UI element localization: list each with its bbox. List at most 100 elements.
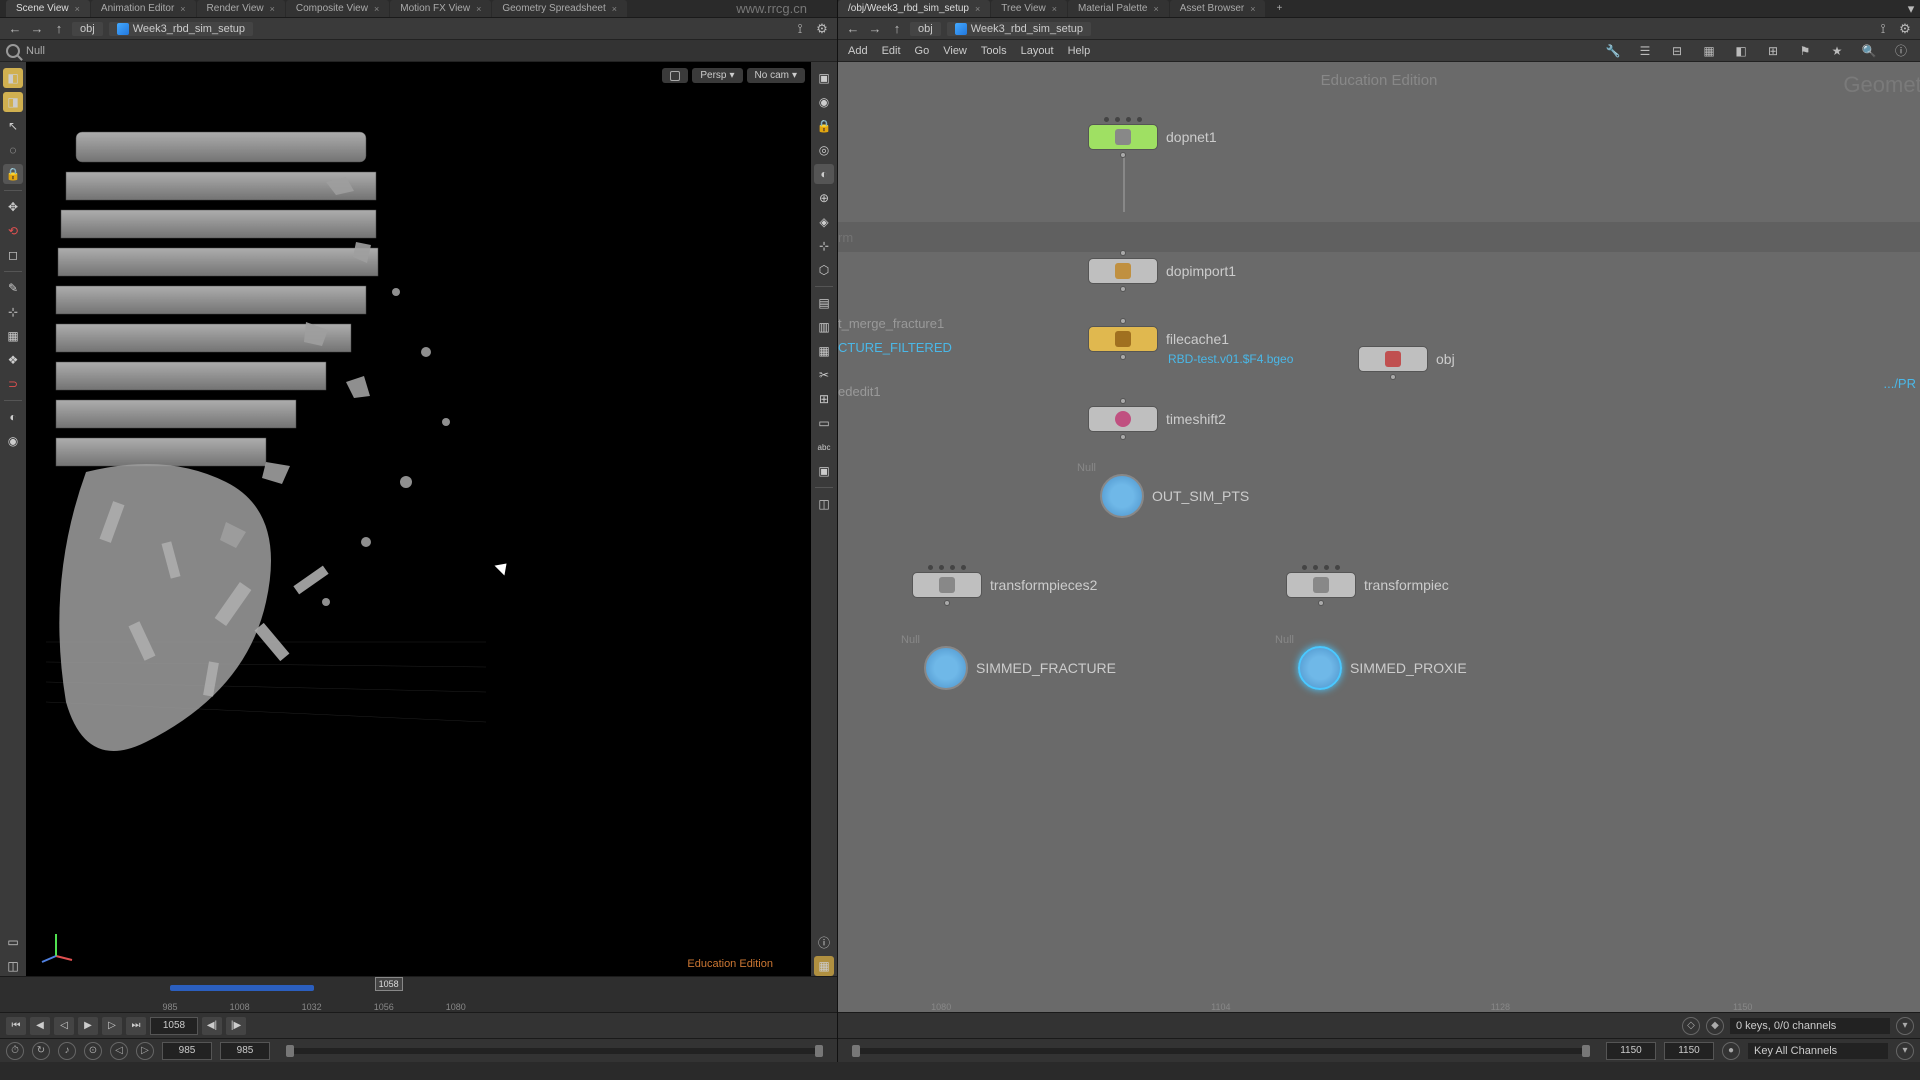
network-box-rm[interactable] <box>838 222 1920 252</box>
step-back-button[interactable]: ◀ <box>30 1017 50 1035</box>
rtool-2[interactable]: ◉ <box>814 92 834 112</box>
lock-toggle[interactable] <box>662 68 688 83</box>
info-icon[interactable]: ⓘ <box>1892 42 1910 60</box>
rtool-bottom[interactable]: ▦ <box>814 956 834 976</box>
menu-edit[interactable]: Edit <box>882 45 901 57</box>
range-handle-right[interactable] <box>815 1045 823 1057</box>
node-transformpieces2[interactable]: transformpieces2 <box>912 572 1097 598</box>
tag-icon[interactable]: ⊞ <box>1764 42 1782 60</box>
grid-icon[interactable]: ▦ <box>1700 42 1718 60</box>
tab-motion-fx[interactable]: Motion FX View× <box>390 0 491 17</box>
key-mode[interactable]: Key All Channels <box>1748 1043 1888 1059</box>
tool-grid[interactable]: ▦ <box>3 326 23 346</box>
goto-end-button[interactable]: ⏭ <box>126 1017 146 1035</box>
menu-tools[interactable]: Tools <box>981 45 1007 57</box>
list-icon[interactable]: ☰ <box>1636 42 1654 60</box>
node-filecache1[interactable]: filecache1 RBD-test.v01.$F4.bgeo <box>1088 326 1229 352</box>
node-dopnet1[interactable]: dopnet1 <box>1088 124 1217 150</box>
timeline-track[interactable]: 985 1008 1032 1056 1080 1058 <box>170 977 667 1012</box>
prev-key-button[interactable]: ◀| <box>202 1017 222 1035</box>
rtool-13[interactable]: ⊞ <box>814 389 834 409</box>
step-fwd-button[interactable]: ▷ <box>102 1017 122 1035</box>
range-start[interactable]: 985 <box>162 1042 212 1060</box>
tab-tree-view[interactable]: Tree View× <box>991 0 1067 17</box>
display-options-icon[interactable]: ⚙ <box>813 20 831 38</box>
nav-file[interactable]: Week3_rbd_sim_setup <box>109 22 253 36</box>
rtool-14[interactable]: ▭ <box>814 413 834 433</box>
menu-go[interactable]: Go <box>915 45 930 57</box>
tool-bottom1[interactable]: ▭ <box>3 932 23 952</box>
rtool-9[interactable]: ▤ <box>814 293 834 313</box>
node-simmed-proxie[interactable]: Null SIMMED_PROXIE <box>1298 646 1467 690</box>
range-handle-left[interactable] <box>286 1045 294 1057</box>
tool-wire[interactable]: ◨ <box>3 92 23 112</box>
opt2[interactable]: ▷ <box>136 1042 154 1060</box>
frame-start[interactable]: 985 <box>220 1042 270 1060</box>
playhead[interactable]: 1058 <box>375 977 403 991</box>
rtool-10[interactable]: ▥ <box>814 317 834 337</box>
tool-misc1[interactable]: ❖ <box>3 350 23 370</box>
flag-icon[interactable]: ⚑ <box>1796 42 1814 60</box>
rtool-15[interactable]: ▣ <box>814 461 834 481</box>
tool-misc3[interactable]: ◉ <box>3 431 23 451</box>
range-end-a[interactable]: 1150 <box>1606 1042 1656 1060</box>
audio-toggle[interactable]: ♪ <box>58 1042 76 1060</box>
zoom-icon[interactable]: 🔍 <box>1860 42 1878 60</box>
camera-selector[interactable]: Persp▾ <box>692 68 742 83</box>
tab-geo-spreadsheet[interactable]: Geometry Spreadsheet× <box>492 0 627 17</box>
tool-lasso[interactable]: ◌ <box>3 140 23 160</box>
pane-menu-icon[interactable]: ▾ <box>1902 0 1920 18</box>
tool-select[interactable]: ↖ <box>3 116 23 136</box>
rtool-info[interactable]: ⓘ <box>814 932 834 952</box>
wrench-icon[interactable]: 🔧 <box>1604 42 1622 60</box>
opt1[interactable]: ◁ <box>110 1042 128 1060</box>
range-lock[interactable]: ⊙ <box>84 1042 102 1060</box>
bookmark-icon[interactable]: ★ <box>1828 42 1846 60</box>
rtool-12[interactable]: ✂ <box>814 365 834 385</box>
keys-status[interactable]: 0 keys, 0/0 channels <box>1730 1018 1890 1034</box>
node-timeshift2[interactable]: timeshift2 <box>1088 406 1226 432</box>
rtool-abc[interactable]: abc <box>814 437 834 457</box>
tool-brush[interactable]: ✎ <box>3 278 23 298</box>
axis-gizmo[interactable] <box>36 926 76 966</box>
node-simmed-fracture[interactable]: Null SIMMED_FRACTURE <box>924 646 1116 690</box>
rtool-3[interactable]: ◎ <box>814 140 834 160</box>
tool-magnet[interactable]: ⊃ <box>3 374 23 394</box>
realtime-toggle[interactable]: ⏱ <box>6 1042 24 1060</box>
loop-toggle[interactable]: ↻ <box>32 1042 50 1060</box>
rtool-16[interactable]: ◫ <box>814 494 834 514</box>
menu-help[interactable]: Help <box>1068 45 1091 57</box>
tab-scene-view[interactable]: Scene View× <box>6 0 90 17</box>
net-nav-obj[interactable]: obj <box>910 22 941 36</box>
cam-lock-selector[interactable]: No cam▾ <box>747 68 805 83</box>
tab-add[interactable]: + <box>1266 0 1292 17</box>
tab-asset-browser[interactable]: Asset Browser× <box>1170 0 1266 17</box>
pin-icon[interactable]: ⟟ <box>791 20 809 38</box>
tool-move[interactable]: ✥ <box>3 197 23 217</box>
tool-lock[interactable]: 🔒 <box>3 164 23 184</box>
net-fwd-icon[interactable]: → <box>866 20 884 38</box>
node-objR[interactable]: obj <box>1358 346 1455 372</box>
tab-animation-editor[interactable]: Animation Editor× <box>91 0 196 17</box>
tab-network-path[interactable]: /obj/Week3_rbd_sim_setup× <box>838 0 990 17</box>
next-key-button[interactable]: |▶ <box>226 1017 246 1035</box>
rtool-8[interactable]: ⬡ <box>814 260 834 280</box>
keys-btn1[interactable]: ◇ <box>1682 1017 1700 1035</box>
keys-btn2[interactable]: ◆ <box>1706 1017 1724 1035</box>
viewport[interactable]: Persp▾ No cam▾ Education Edition <box>26 62 811 976</box>
menu-add[interactable]: Add <box>848 45 868 57</box>
keys-menu[interactable]: ▾ <box>1896 1017 1914 1035</box>
search-bar[interactable]: Null <box>0 40 837 62</box>
net-opts-icon[interactable]: ⚙ <box>1896 20 1914 38</box>
tab-render-view[interactable]: Render View× <box>197 0 285 17</box>
net-pin-icon[interactable]: ⟟ <box>1874 20 1892 38</box>
network-view[interactable]: Education Edition Geometry rm t_merge_fr… <box>838 62 1920 1012</box>
tool-bottom2[interactable]: ◫ <box>3 956 23 976</box>
current-frame[interactable]: 1058 <box>150 1017 198 1035</box>
net-up-icon[interactable]: ↑ <box>888 20 906 38</box>
range-slider[interactable] <box>286 1048 823 1054</box>
tool-shade[interactable]: ◧ <box>3 68 23 88</box>
nav-obj[interactable]: obj <box>72 22 103 36</box>
play-back-button[interactable]: ◁ <box>54 1017 74 1035</box>
tool-snap[interactable]: ⊹ <box>3 302 23 322</box>
